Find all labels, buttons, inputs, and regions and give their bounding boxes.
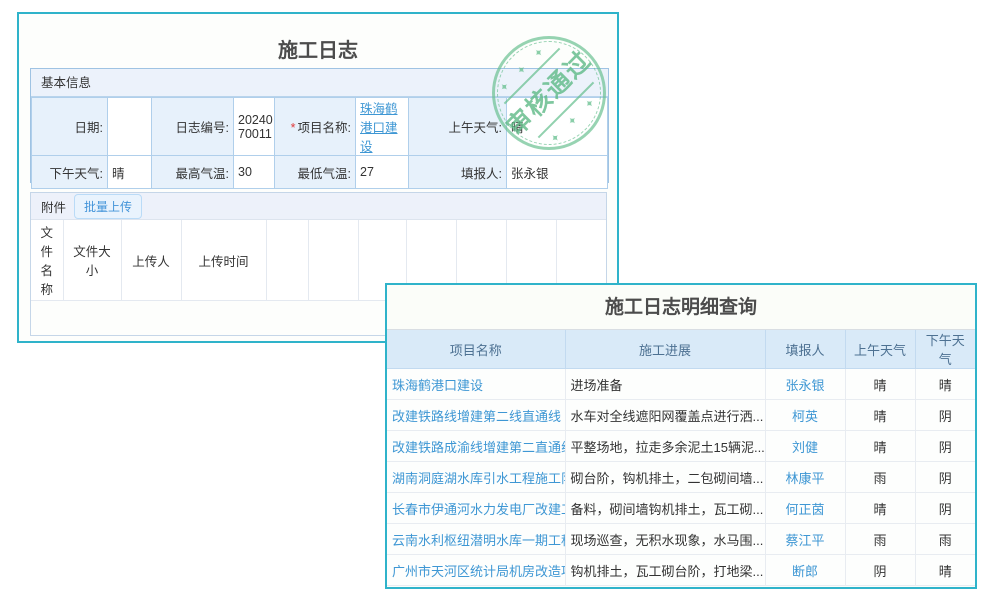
pm-weather-label: 下午天气: — [32, 156, 108, 189]
am-weather-value: 晴 — [507, 98, 608, 156]
basic-info-header: 基本信息 — [31, 69, 608, 97]
required-asterisk: * — [291, 121, 296, 135]
reporter-link[interactable]: 刘健 — [792, 440, 818, 455]
table-row: 湖南洞庭湖水库引水工程施工队 砌台阶，钩机排土，二包砌间墙... 林康平 雨 阴 — [387, 462, 975, 493]
pm-weather-cell: 阴 — [915, 493, 975, 524]
am-weather-label: 上午天气: — [409, 98, 507, 156]
file-size-column: 文件大小 — [63, 220, 121, 301]
date-label: 日期: — [32, 98, 108, 156]
basic-info-row: 下午天气: 晴 最高气温: 30 最低气温: 27 填报人: 张永银 — [32, 156, 608, 189]
pm-weather-cell: 阴 — [915, 462, 975, 493]
detail-query-table: 项目名称 施工进展 填报人 上午天气 下午天气 珠海鹤港口建设 进场准备 张永银… — [387, 330, 975, 586]
attachment-label: 附件 — [41, 197, 66, 216]
detail-header-row: 项目名称 施工进展 填报人 上午天气 下午天气 — [387, 330, 975, 369]
batch-upload-button[interactable]: 批量上传 — [74, 194, 142, 219]
detail-query-panel: 施工日志明细查询 项目名称 施工进展 填报人 上午天气 下午天气 珠海鹤港口建设… — [385, 283, 977, 589]
min-temp-value: 27 — [356, 156, 409, 189]
max-temp-label: 最高气温: — [152, 156, 234, 189]
am-weather-cell: 晴 — [845, 431, 915, 462]
progress-cell: 现场巡查，无积水现象，水马围... — [565, 524, 765, 555]
project-link[interactable]: 广州市天河区统计局机房改造项目 — [392, 564, 565, 579]
project-link[interactable]: 珠海鹤港口建设 — [360, 102, 398, 154]
project-name-label: *项目名称: — [275, 98, 356, 156]
pm-weather-value: 晴 — [108, 156, 152, 189]
pm-weather-cell: 阴 — [915, 431, 975, 462]
am-weather-cell: 晴 — [845, 493, 915, 524]
max-temp-value: 30 — [234, 156, 275, 189]
basic-info-section: 基本信息 日期: 日志编号: 2024070011 *项目名称: 珠海鹤港口建设… — [30, 68, 609, 183]
upload-time-column: 上传时间 — [181, 220, 266, 301]
project-link[interactable]: 云南水利枢纽潜明水库一期工程 — [392, 533, 565, 548]
pm-weather-cell: 晴 — [915, 369, 975, 400]
table-row: 改建铁路线增建第二线直通线 水车对全线遮阳网覆盖点进行洒... 柯英 晴 阴 — [387, 400, 975, 431]
progress-cell: 水车对全线遮阳网覆盖点进行洒... — [565, 400, 765, 431]
reporter-link[interactable]: 何正茵 — [785, 502, 824, 517]
attachment-header-band: 附件 批量上传 — [31, 193, 606, 220]
empty-column — [266, 220, 308, 301]
progress-cell: 砌台阶，钩机排土，二包砌间墙... — [565, 462, 765, 493]
pm-weather-cell: 雨 — [915, 524, 975, 555]
am-weather-cell: 晴 — [845, 400, 915, 431]
am-weather-cell: 雨 — [845, 524, 915, 555]
am-weather-cell: 晴 — [845, 369, 915, 400]
progress-cell: 钩机排土，瓦工砌台阶，打地梁... — [565, 555, 765, 586]
project-link[interactable]: 珠海鹤港口建设 — [392, 378, 483, 393]
reporter-link[interactable]: 断郎 — [792, 564, 818, 579]
reporter-label: 填报人: — [409, 156, 507, 189]
log-number-value: 2024070011 — [234, 98, 275, 156]
project-column-header: 项目名称 — [387, 330, 565, 369]
reporter-column-header: 填报人 — [765, 330, 845, 369]
reporter-link[interactable]: 柯英 — [792, 409, 818, 424]
pm-weather-cell: 晴 — [915, 555, 975, 586]
project-name-cell: 珠海鹤港口建设 — [356, 98, 409, 156]
reporter-link[interactable]: 张永银 — [785, 378, 824, 393]
pm-weather-cell: 阴 — [915, 400, 975, 431]
reporter-link[interactable]: 蔡江平 — [785, 533, 824, 548]
table-row: 珠海鹤港口建设 进场准备 张永银 晴 晴 — [387, 369, 975, 400]
project-link[interactable]: 湖南洞庭湖水库引水工程施工队 — [392, 471, 565, 486]
min-temp-label: 最低气温: — [275, 156, 356, 189]
log-number-label: 日志编号: — [152, 98, 234, 156]
table-row: 广州市天河区统计局机房改造项目 钩机排土，瓦工砌台阶，打地梁... 断郎 阴 晴 — [387, 555, 975, 586]
table-row: 云南水利枢纽潜明水库一期工程 现场巡查，无积水现象，水马围... 蔡江平 雨 雨 — [387, 524, 975, 555]
table-row: 改建铁路成渝线增建第二直通线 平整场地，拉走多余泥土15辆泥... 刘健 晴 阴 — [387, 431, 975, 462]
project-link[interactable]: 改建铁路成渝线增建第二直通线 — [392, 440, 565, 455]
uploader-column: 上传人 — [121, 220, 181, 301]
table-row: 长春市伊通河水力发电厂改建工程 备料，砌间墙钩机排土，瓦工砌... 何正茵 晴 … — [387, 493, 975, 524]
project-link[interactable]: 改建铁路线增建第二线直通线 — [392, 409, 561, 424]
page-title: 施工日志 — [19, 14, 617, 63]
progress-cell: 备料，砌间墙钩机排土，瓦工砌... — [565, 493, 765, 524]
progress-column-header: 施工进展 — [565, 330, 765, 369]
basic-info-row: 日期: 日志编号: 2024070011 *项目名称: 珠海鹤港口建设 上午天气… — [32, 98, 608, 156]
page: 施工日志 基本信息 日期: 日志编号: 2024070011 *项目名称: 珠海… — [0, 0, 1000, 600]
pm-weather-column-header: 下午天气 — [915, 330, 975, 369]
file-name-column: 文件名称 — [31, 220, 63, 301]
progress-cell: 进场准备 — [565, 369, 765, 400]
project-link[interactable]: 长春市伊通河水力发电厂改建工程 — [392, 502, 565, 517]
am-weather-cell: 雨 — [845, 462, 915, 493]
detail-query-title: 施工日志明细查询 — [387, 285, 975, 330]
reporter-value: 张永银 — [507, 156, 608, 189]
date-value — [108, 98, 152, 156]
am-weather-column-header: 上午天气 — [845, 330, 915, 369]
basic-info-table: 日期: 日志编号: 2024070011 *项目名称: 珠海鹤港口建设 上午天气… — [31, 97, 608, 189]
empty-column — [308, 220, 358, 301]
reporter-link[interactable]: 林康平 — [785, 471, 824, 486]
progress-cell: 平整场地，拉走多余泥土15辆泥... — [565, 431, 765, 462]
am-weather-cell: 阴 — [845, 555, 915, 586]
